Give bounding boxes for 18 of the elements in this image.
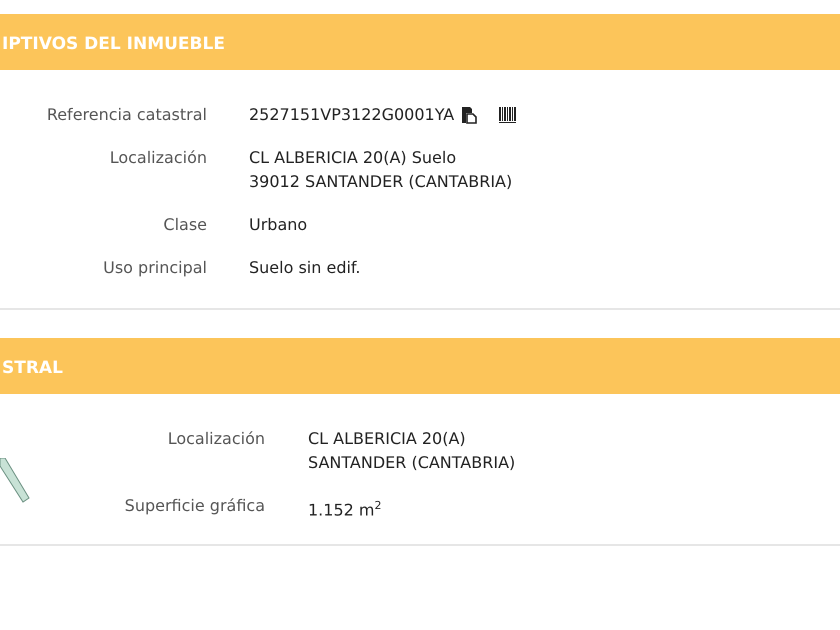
field-value: CL ALBERICIA 20(A) Suelo xyxy=(249,147,456,169)
field-value: 2527151VP3122G0001YA xyxy=(249,104,454,126)
field-value: SANTANDER (CANTABRIA) xyxy=(308,452,516,474)
field-value: Suelo sin edif. xyxy=(249,257,360,279)
field-value: 39012 SANTANDER (CANTABRIA) xyxy=(249,171,512,193)
copy-icon[interactable] xyxy=(460,106,478,124)
field-label: Localización xyxy=(166,428,265,450)
field-label: Localización xyxy=(108,147,207,169)
barcode-icon[interactable] xyxy=(498,106,518,124)
section-title: STRAL xyxy=(1,358,63,378)
field-value: 1.152 m$^{2}$ xyxy=(308,498,382,522)
field-label: Clase xyxy=(162,214,207,236)
field-value: CL ALBERICIA 20(A) xyxy=(308,428,466,450)
field-label: Superficie gráfica xyxy=(124,495,265,517)
section-title: IPTIVOS DEL INMUEBLE xyxy=(1,34,225,54)
field-label: Uso principal xyxy=(102,257,207,279)
field-label: Referencia catastral xyxy=(46,104,207,126)
field-value: Urbano xyxy=(249,214,308,236)
